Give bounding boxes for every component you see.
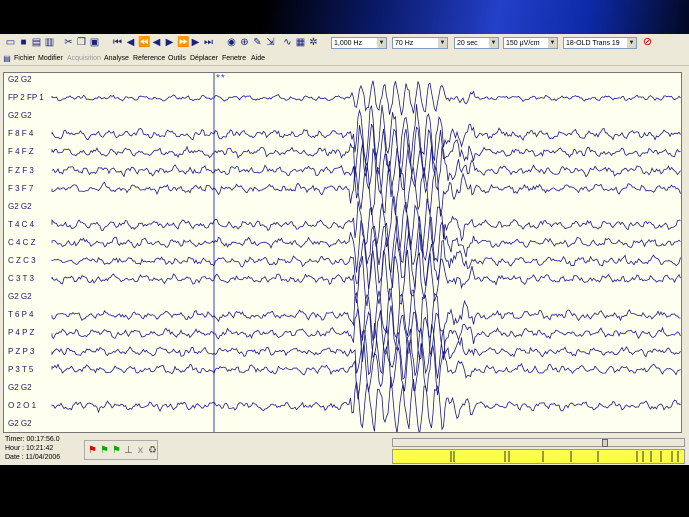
recording-timeline[interactable]	[392, 449, 685, 464]
chevron-down-icon: ▼	[377, 38, 386, 48]
scrollbar-thumb[interactable]	[602, 439, 608, 447]
eeg-viewer-window: ▭ ■ ▤ ▥ ✂ ❐ ▣ ⏮ ◀ ⏪ ◀ ▶ ⏩ ▶ ⏭ ◉ ⊕ ✎ ⇲ ∿ …	[0, 34, 689, 465]
eeg-trace	[51, 80, 681, 116]
toolbar: ▭ ■ ▤ ▥ ✂ ❐ ▣ ⏮ ◀ ⏪ ◀ ▶ ⏩ ▶ ⏭ ◉ ⊕ ✎ ⇲ ∿ …	[0, 34, 689, 54]
eeg-trace-area[interactable]: G2 G2 FP 2 FP 1 G2 G2 F 8 F 4 F 4 F Z F Z F 3…	[3, 72, 682, 433]
zoom-icon[interactable]: ⊕	[239, 37, 250, 48]
channel-label: G2 G2	[8, 418, 32, 428]
channel-label: T 4 C 4	[8, 219, 35, 229]
chevron-down-icon: ▼	[627, 38, 636, 48]
cut-icon[interactable]: ✂	[63, 37, 74, 48]
channel-label: C 3 T 3	[8, 274, 34, 284]
menu-bar: ▤ Fichier Modifier Acquisition Analyse R…	[0, 53, 689, 66]
menu-fenetre[interactable]: Fenetre	[222, 54, 246, 64]
channel-label: C 4 C Z	[8, 237, 36, 247]
channel-label: F 4 F Z	[8, 147, 34, 157]
channel-label: C Z C 3	[8, 256, 36, 265]
menu-outils[interactable]: Outils	[168, 54, 186, 64]
next-mark-icon[interactable]: ▶	[190, 37, 201, 48]
date-readout: Date : 11/04/2006	[5, 454, 61, 461]
menu-modifier[interactable]: Modifier	[38, 54, 63, 64]
timeline-ticks	[450, 451, 679, 462]
menu-aide[interactable]: Aide	[251, 54, 265, 64]
chevron-down-icon: ▼	[548, 38, 557, 48]
green-flag-alt-icon[interactable]: ⚑	[111, 445, 122, 456]
print-preview-icon[interactable]: ▥	[44, 37, 55, 48]
channel-label: P 4 P Z	[8, 328, 35, 338]
sensitivity-select[interactable]: 150 µV/cm ▼	[503, 37, 558, 49]
first-mark-icon[interactable]: ◀	[125, 37, 136, 48]
app-menu-icon[interactable]: ▤	[2, 53, 12, 63]
time-window-select[interactable]: 20 sec ▼	[454, 37, 499, 49]
open-folder-icon[interactable]: ▭	[5, 37, 16, 48]
montage-select[interactable]: 18-OLD Trans 19 ▼	[563, 37, 637, 49]
pin-icon[interactable]: ⊥	[123, 445, 134, 456]
montage-grid-icon[interactable]: ▦	[295, 37, 306, 48]
last-page-icon[interactable]: ⏭	[203, 37, 214, 48]
play-icon[interactable]: ▶	[164, 37, 175, 48]
channel-label: F 3 F 7	[8, 183, 34, 193]
menu-analyse[interactable]: Analyse	[104, 54, 129, 64]
channel-label: F Z F 3	[8, 165, 34, 175]
channel-label: G2 G2	[8, 201, 32, 211]
timer-readout: Timer: 00:17:56.0	[5, 436, 60, 443]
menu-acquisition: Acquisition	[67, 55, 101, 62]
channel-label: O 2 O 1	[8, 400, 37, 410]
fast-forward-icon[interactable]: ⏩	[177, 37, 189, 48]
menu-fichier[interactable]: Fichier	[14, 54, 35, 64]
trash-icon[interactable]: ♻	[147, 445, 158, 456]
paste-icon[interactable]: ▣	[89, 37, 100, 48]
channel-label: P Z P 3	[8, 346, 35, 356]
channel-label: G2 G2	[8, 382, 32, 392]
eeg-trace	[51, 143, 681, 199]
waveform-icon[interactable]: ∿	[282, 37, 293, 48]
stop-icon[interactable]: ⊘	[642, 37, 653, 48]
eeg-traces	[51, 73, 681, 432]
marker-palette: ⚑ ⚑ ⚑ ⊥ ⅹ ♻	[84, 440, 158, 460]
hour-readout: Hour : 10:21:42	[5, 445, 54, 452]
first-page-icon[interactable]: ⏮	[112, 37, 123, 48]
channel-label: P 3 T 5	[8, 364, 34, 374]
eeg-trace	[51, 376, 681, 432]
chevron-down-icon: ▼	[489, 38, 498, 48]
event-marker-label: **	[216, 73, 226, 84]
eeg-trace	[51, 288, 681, 342]
channel-label: G2 G2	[8, 75, 32, 84]
settings-icon[interactable]: ✲	[308, 37, 319, 48]
channel-label: T 6 P 4	[8, 310, 34, 320]
print-icon[interactable]: ▤	[31, 37, 42, 48]
ruler-icon[interactable]: ⇲	[265, 37, 276, 48]
eeg-trace	[51, 104, 681, 165]
green-flag-icon[interactable]: ⚑	[99, 445, 110, 456]
save-icon[interactable]: ■	[18, 37, 29, 48]
record-icon[interactable]: ◉	[226, 37, 237, 48]
channel-label: FP 2 FP 1	[8, 93, 44, 103]
time-scrollbar[interactable]	[392, 438, 685, 447]
sampling-rate-select[interactable]: 1,000 Hz ▼	[331, 37, 387, 49]
menu-reference[interactable]: Reference	[133, 54, 165, 64]
menu-deplacer[interactable]: Déplacer	[190, 54, 218, 64]
fast-back-icon[interactable]: ⏪	[138, 37, 150, 48]
filter-select[interactable]: 70 Hz ▼	[392, 37, 448, 49]
sleep-icon[interactable]: ⅹ	[135, 445, 146, 456]
chevron-down-icon: ▼	[438, 38, 447, 48]
red-flag-icon[interactable]: ⚑	[87, 445, 98, 456]
copy-icon[interactable]: ❐	[76, 37, 87, 48]
channel-label: G2 G2	[8, 111, 32, 121]
channel-label: F 8 F 4	[8, 129, 34, 139]
presentation-header-gradient	[0, 0, 689, 34]
spike-marker-icon[interactable]: ✎	[252, 37, 263, 48]
channel-label: G2 G2	[8, 292, 32, 302]
step-back-icon[interactable]: ◀	[151, 37, 162, 48]
